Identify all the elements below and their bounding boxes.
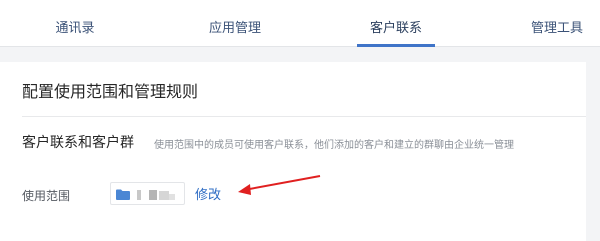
divider bbox=[22, 116, 586, 117]
active-tab-indicator bbox=[357, 44, 435, 47]
tab-customer-contact[interactable]: 客户联系 bbox=[370, 0, 422, 47]
scope-field-label: 使用范围 bbox=[22, 189, 71, 203]
tab-management-tools[interactable]: 管理工具 bbox=[531, 0, 583, 47]
tab-contacts[interactable]: 通讯录 bbox=[55, 0, 94, 47]
annotation-arrow-icon bbox=[238, 175, 321, 195]
section-description: 使用范围中的成员可使用客户联系，他们添加的客户和建立的群聊由企业统一管理 bbox=[154, 140, 514, 151]
tab-app-management[interactable]: 应用管理 bbox=[209, 0, 261, 47]
modify-scope-link[interactable]: 修改 bbox=[195, 184, 221, 203]
obscured-text bbox=[137, 190, 141, 200]
scope-value-box bbox=[110, 182, 185, 205]
panel-title: 配置使用范围和管理规则 bbox=[22, 82, 199, 101]
obscured-text bbox=[149, 190, 157, 200]
section-label: 客户联系和客户群 bbox=[22, 135, 134, 151]
top-tab-bar: 通讯录 应用管理 客户联系 管理工具 bbox=[0, 0, 600, 47]
settings-panel: 配置使用范围和管理规则 客户联系和客户群 使用范围中的成员可使用客户联系，他们添… bbox=[0, 62, 586, 241]
folder-icon bbox=[116, 189, 130, 200]
obscured-text bbox=[169, 194, 175, 200]
obscured-text bbox=[159, 191, 169, 200]
